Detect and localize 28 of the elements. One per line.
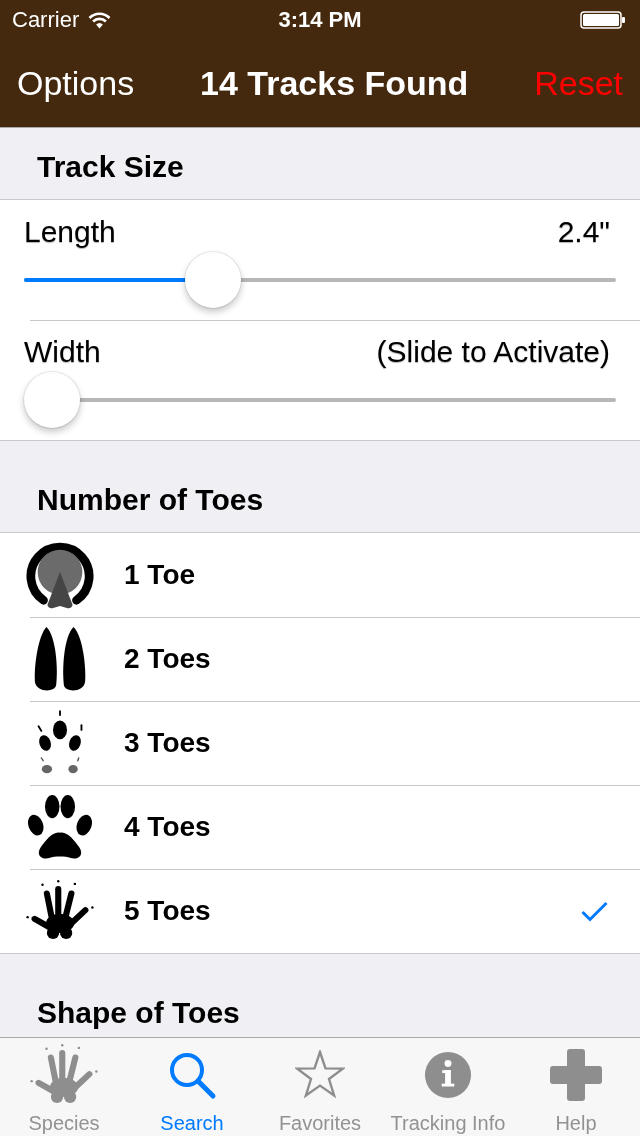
slider-label: Length (24, 215, 116, 249)
carrier-label: Carrier (12, 7, 80, 33)
list-row[interactable]: 5 Toes (0, 869, 640, 953)
clock-time: 3:14 PM (278, 7, 362, 33)
section-header: Track Size (37, 150, 184, 184)
star-icon (295, 1050, 345, 1100)
slider[interactable] (24, 252, 616, 308)
list-row[interactable]: 4 Toes (0, 785, 640, 869)
options-button[interactable]: Options (17, 64, 135, 103)
wifi-icon (87, 11, 113, 29)
section-header: Number of Toes (37, 483, 264, 517)
slider-thumb[interactable] (184, 252, 241, 308)
info-icon (424, 1051, 472, 1099)
tab[interactable]: Search (128, 1038, 256, 1136)
slider[interactable] (24, 372, 616, 428)
search-icon (167, 1050, 217, 1100)
list-row[interactable]: 3 Toes (0, 701, 640, 785)
slider-thumb[interactable] (24, 372, 80, 428)
slider-value: (Slide to Activate) (376, 335, 610, 369)
slider-label: Width (24, 335, 101, 369)
paw-print-icon (26, 794, 94, 860)
battery-icon (580, 11, 626, 29)
navigation-title: 14 Tracks Found (200, 64, 469, 103)
section-header: Shape of Toes (37, 996, 240, 1030)
plus-icon (550, 1049, 602, 1101)
list-row[interactable]: 1 Toe (0, 533, 640, 617)
list-row[interactable]: 2 Toes (0, 617, 640, 701)
slider-value: 2.4" (557, 215, 610, 249)
